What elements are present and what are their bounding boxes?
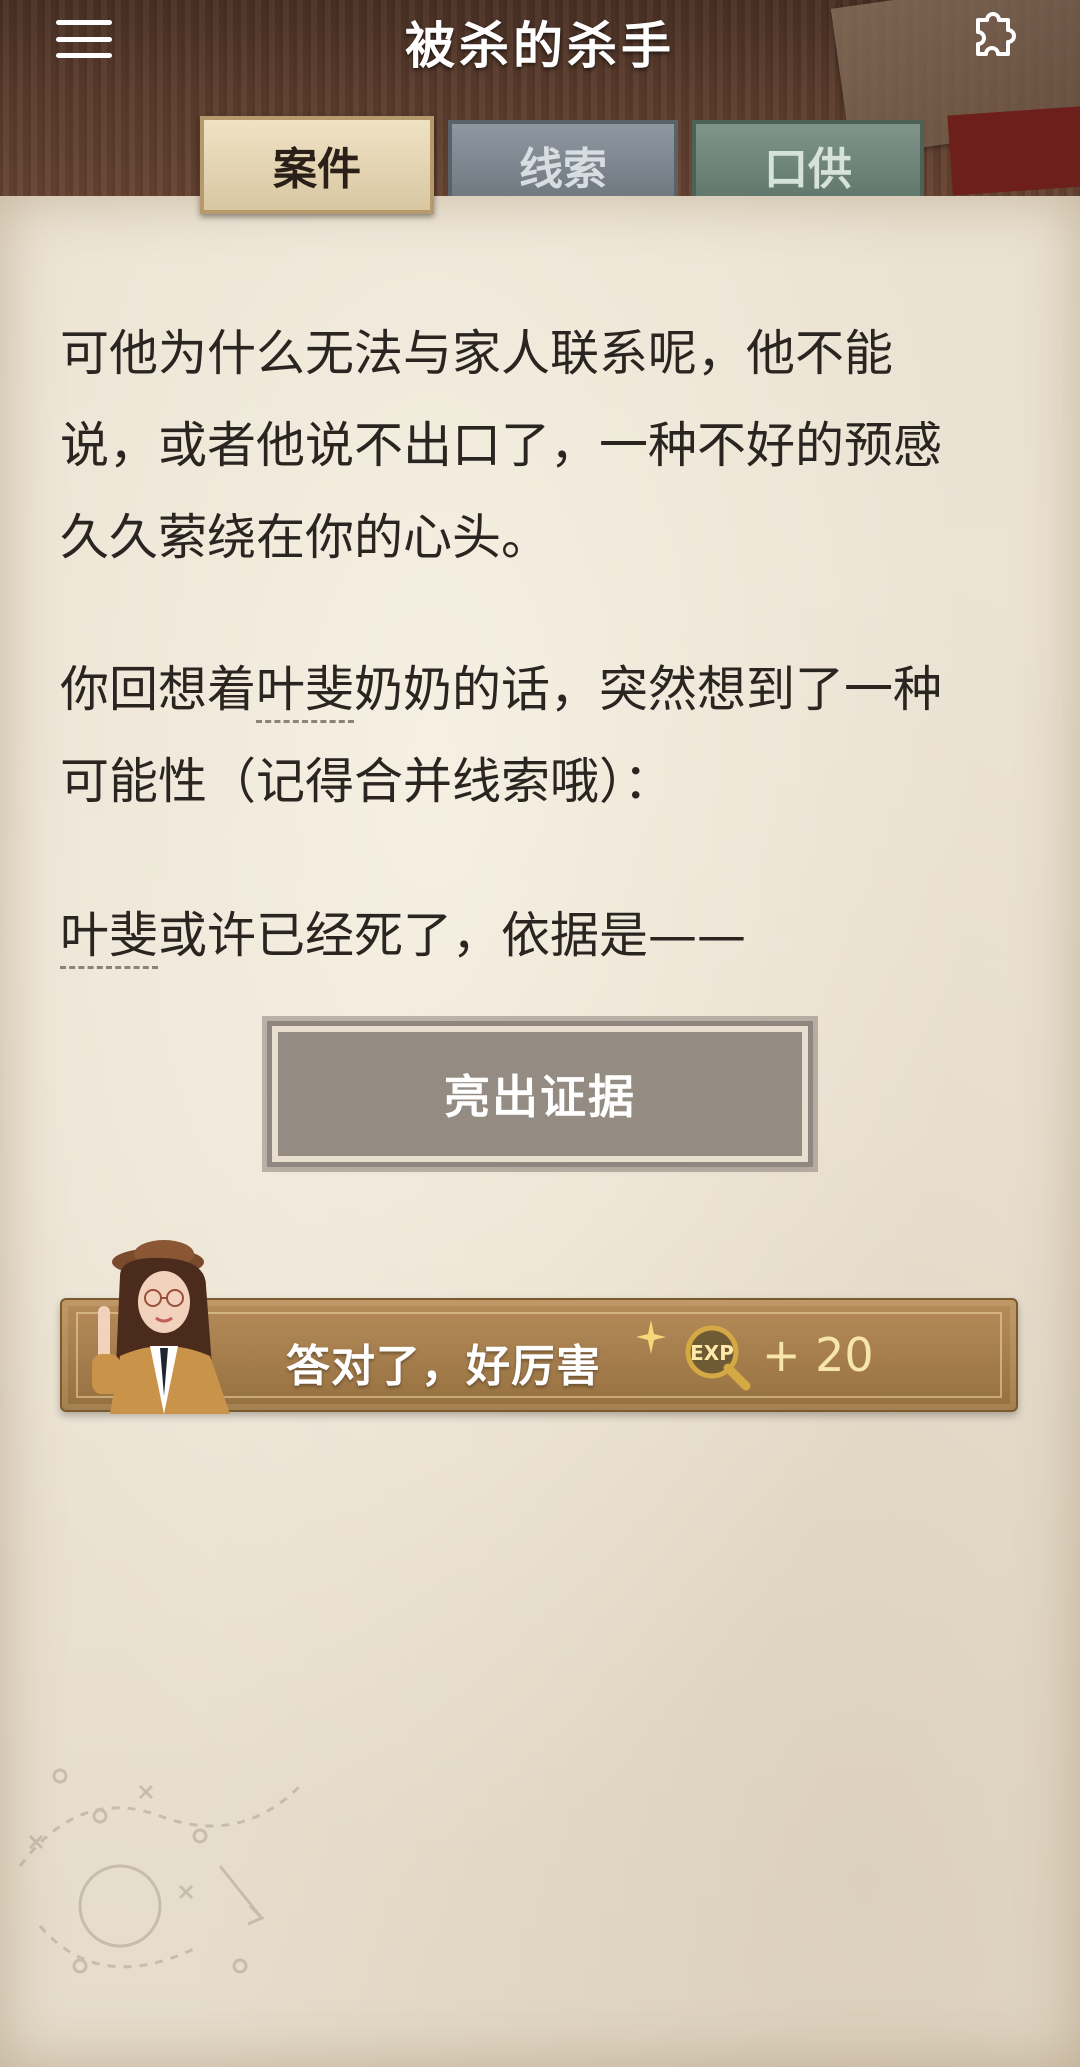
sparkle-icon <box>636 1320 666 1354</box>
avatar <box>92 1240 230 1414</box>
red-book-decoration <box>947 104 1080 196</box>
keyword-link[interactable]: 叶斐 <box>256 661 355 723</box>
page-title: 被杀的杀手 <box>405 16 675 75</box>
exp-value: + 20 <box>762 1328 874 1382</box>
map-sketch-decoration <box>18 1768 302 1974</box>
story-paragraph: 你回想着叶斐奶奶的话，突然想到了一种可能性（记得合并线索哦）： <box>60 644 990 828</box>
result-message: 答对了，好厉害 <box>286 1341 601 1392</box>
case-paper: 可他为什么无法与家人联系呢，他不能说，或者他说不出口了，一种不好的预感久久萦绕在… <box>0 196 1080 2067</box>
tab-case[interactable]: 案件 <box>200 116 434 214</box>
show-evidence-button[interactable]: 亮出证据 <box>267 1021 813 1167</box>
story-paragraph: 可他为什么无法与家人联系呢，他不能说，或者他说不出口了，一种不好的预感久久萦绕在… <box>60 325 943 566</box>
story-text: 你回想着 <box>60 661 257 718</box>
keyword-link[interactable]: 叶斐 <box>60 907 159 969</box>
story-text: 或许已经死了，依据是—— <box>158 907 747 964</box>
svg-text:EXP: EXP <box>690 1341 734 1365</box>
puzzle-icon[interactable] <box>964 12 1022 62</box>
exp-icon: EXP <box>685 1325 751 1391</box>
story-paragraph: 叶斐或许已经死了，依据是—— <box>60 890 990 982</box>
